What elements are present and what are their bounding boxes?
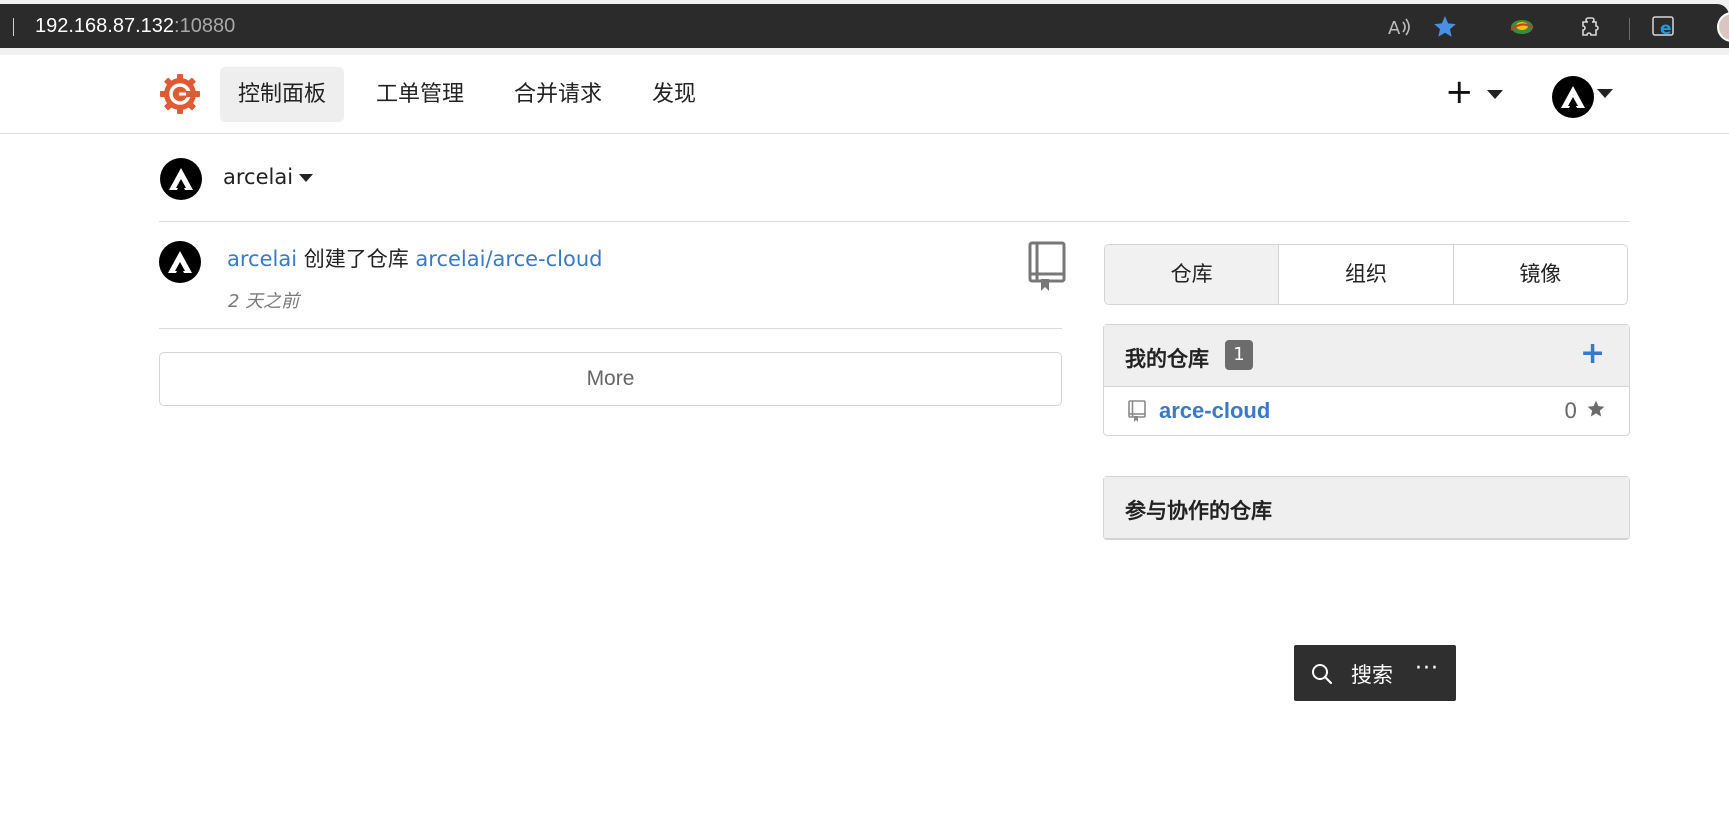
nav-issues[interactable]: 工单管理 [358, 67, 482, 122]
more-button[interactable]: More [159, 352, 1062, 406]
arcelai-logo-icon [169, 168, 193, 190]
repo-count-badge: 1 [1225, 340, 1253, 370]
collab-repos-panel: 参与协作的仓库 [1103, 476, 1630, 540]
collab-repos-header: 参与协作的仓库 [1104, 477, 1629, 539]
user-menu-avatar[interactable] [1552, 76, 1594, 118]
create-dropdown-chevron-icon[interactable] [1487, 90, 1503, 99]
url-port: :10880 [174, 15, 236, 37]
search-icon [1310, 662, 1334, 686]
arcelai-logo-icon [168, 251, 192, 273]
edge-ie-mode-icon[interactable]: e [1651, 14, 1677, 40]
add-repo-button[interactable]: + [1580, 337, 1605, 371]
repo-name-link[interactable]: arce-cloud [1159, 398, 1270, 424]
url-text[interactable]: 192.168.87.132:10880 [35, 15, 235, 38]
list-item[interactable]: arce-cloud 0 [1104, 387, 1629, 435]
browser-toolbar: 192.168.87.132:10880 A e [0, 0, 1729, 55]
context-user-avatar[interactable] [160, 158, 202, 200]
my-repos-header: 我的仓库 1 + [1104, 325, 1629, 387]
user-menu-chevron-icon[interactable] [1597, 89, 1613, 98]
repo-tabs: 仓库 组织 镜像 [1104, 244, 1628, 305]
nav-dashboard[interactable]: 控制面板 [220, 67, 345, 122]
top-navigation: 控制面板 工单管理 合并请求 发现 + [0, 55, 1729, 134]
feed-timestamp: 2 天之前 [228, 291, 300, 312]
repo-star-count: 0 [1564, 399, 1578, 423]
star-icon [1586, 399, 1606, 419]
my-repos-panel: 我的仓库 1 + arce-cloud 0 [1103, 324, 1630, 436]
collab-repos-title: 参与协作的仓库 [1125, 499, 1272, 523]
gitea-logo-icon[interactable] [159, 73, 201, 115]
text-caret [13, 18, 14, 36]
nav-pull-requests[interactable]: 合并请求 [496, 67, 620, 122]
repo-book-icon [1027, 241, 1067, 291]
address-bar[interactable]: 192.168.87.132:10880 A e [0, 4, 1729, 48]
create-new-button[interactable]: + [1445, 75, 1474, 109]
svg-text:A: A [1388, 18, 1401, 39]
my-repos-title: 我的仓库 [1125, 347, 1209, 371]
favorite-star-icon[interactable] [1432, 14, 1458, 40]
context-switcher-chevron-icon[interactable] [299, 174, 313, 182]
feed-action-text: 创建了仓库 [303, 247, 409, 271]
floating-search-widget[interactable]: 搜索 ··· [1294, 645, 1456, 701]
read-aloud-icon[interactable]: A [1386, 14, 1412, 40]
url-host: 192.168.87.132 [35, 15, 175, 37]
toolbar-separator [1629, 18, 1630, 40]
repo-book-icon [1128, 400, 1146, 422]
context-username[interactable]: arcelai [223, 165, 293, 189]
tab-mirrors[interactable]: 镜像 [1454, 245, 1627, 304]
feed-actor-link[interactable]: arcelai [227, 247, 297, 271]
floating-search-label: 搜索 [1351, 663, 1393, 687]
more-options-icon[interactable]: ··· [1415, 656, 1439, 681]
profile-avatar-icon[interactable] [1717, 12, 1729, 42]
puzzle-extensions-icon[interactable] [1578, 14, 1604, 40]
feed-actor-avatar[interactable] [159, 241, 201, 283]
context-divider [159, 221, 1630, 222]
feed-divider [159, 328, 1062, 329]
extension-globe-icon[interactable] [1509, 14, 1535, 40]
feed-repo-link[interactable]: arcelai/arce-cloud [415, 247, 602, 271]
nav-explore[interactable]: 发现 [634, 67, 714, 122]
svg-text:e: e [1660, 19, 1672, 39]
tab-repositories[interactable]: 仓库 [1105, 245, 1280, 304]
arcelai-logo-icon [1561, 86, 1585, 108]
feed-item-text: arcelai 创建了仓库 arcelai/arce-cloud [227, 243, 603, 273]
tab-organizations[interactable]: 组织 [1279, 245, 1454, 304]
